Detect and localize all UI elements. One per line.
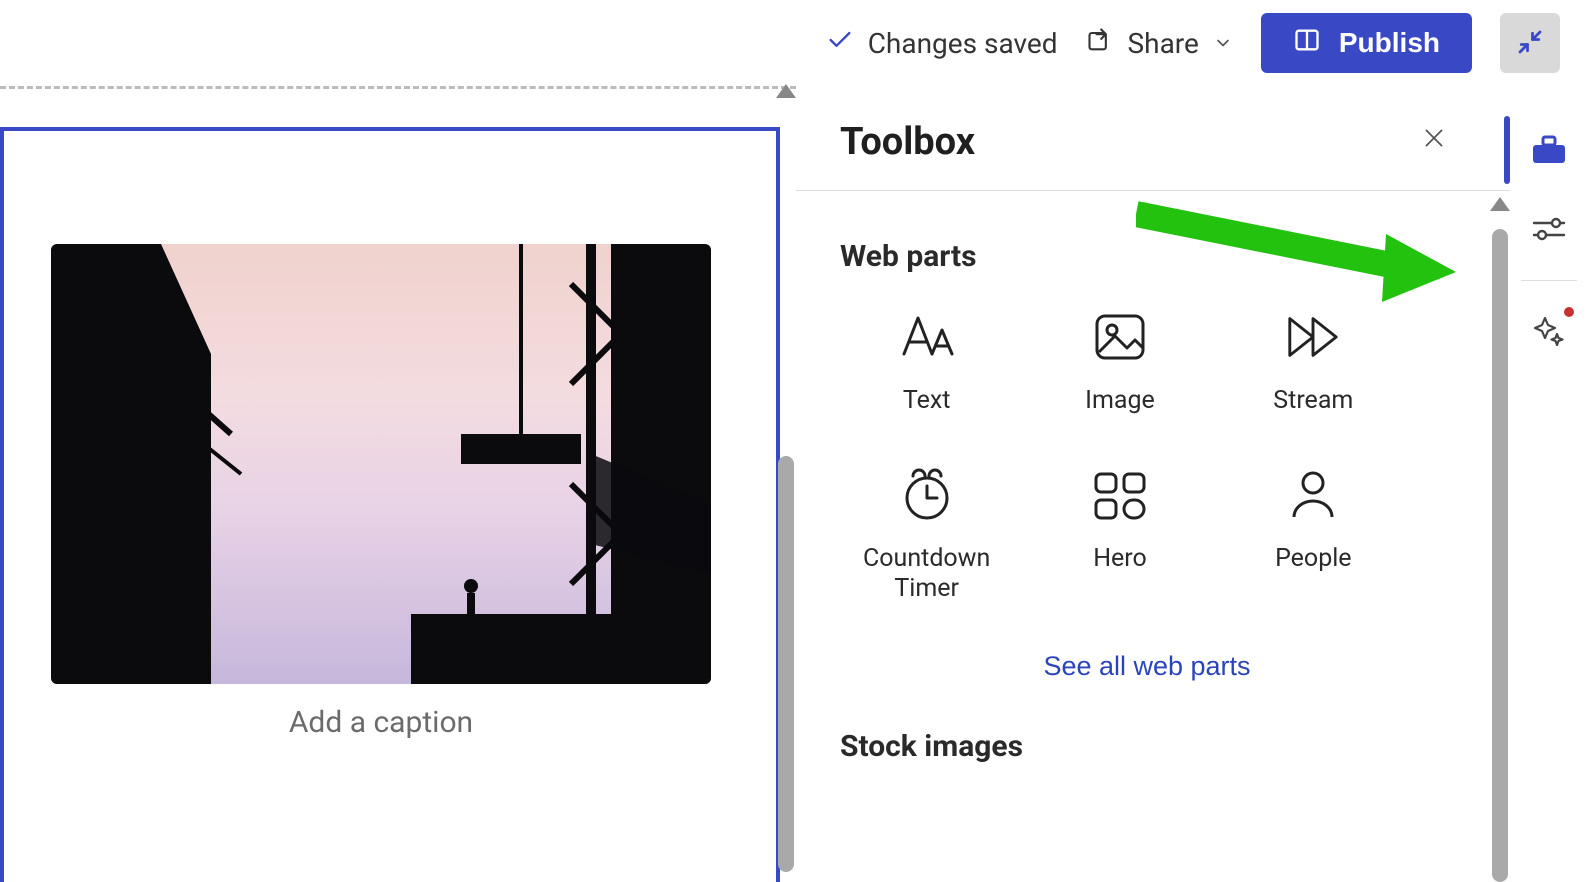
timer-icon xyxy=(898,466,956,524)
close-icon xyxy=(1421,125,1447,158)
chevron-down-icon xyxy=(1213,27,1233,60)
scroll-up-arrow-icon[interactable] xyxy=(776,84,796,98)
notification-dot-icon xyxy=(1564,307,1574,317)
toolbox-panel: Toolbox Web parts Text xyxy=(796,86,1510,882)
web-part-label: People xyxy=(1275,544,1352,574)
web-part-label: Stream xyxy=(1273,386,1353,416)
web-part-label: Text xyxy=(903,386,951,416)
web-part-people[interactable]: People xyxy=(1227,466,1400,604)
save-status-text: Changes saved xyxy=(868,27,1058,60)
side-rail xyxy=(1510,86,1588,882)
image-caption-input[interactable]: Add a caption xyxy=(51,705,711,740)
toolbox-title: Toolbox xyxy=(840,120,975,164)
people-icon xyxy=(1284,466,1342,524)
rail-divider xyxy=(1521,280,1577,281)
share-icon xyxy=(1086,26,1114,61)
stock-images-heading: Stock images xyxy=(840,729,1454,764)
web-parts-heading: Web parts xyxy=(840,239,1454,274)
web-parts-grid: Text Image xyxy=(840,308,1400,604)
image-icon xyxy=(1091,308,1149,366)
web-part-stream[interactable]: Stream xyxy=(1227,308,1400,416)
see-all-web-parts-link[interactable]: See all web parts xyxy=(840,650,1454,683)
web-part-label: Image xyxy=(1085,386,1155,416)
text-icon xyxy=(898,308,956,366)
publish-label: Publish xyxy=(1339,27,1440,59)
rail-ai-button[interactable] xyxy=(1510,291,1588,371)
canvas-scroll-thumb[interactable] xyxy=(778,456,794,872)
command-bar: Changes saved Share Publish xyxy=(0,0,1588,86)
web-part-hero[interactable]: Hero xyxy=(1033,466,1206,604)
layout-icon xyxy=(1293,26,1321,61)
image-web-part-selected[interactable]: Add a caption xyxy=(0,127,780,882)
share-button[interactable]: Share xyxy=(1086,26,1233,61)
web-part-label: Countdown Timer xyxy=(840,544,1013,604)
toolbox-close-button[interactable] xyxy=(1414,122,1454,162)
sparkle-icon xyxy=(1533,314,1565,349)
stream-icon xyxy=(1284,308,1342,366)
publish-button[interactable]: Publish xyxy=(1261,13,1472,73)
rail-settings-button[interactable] xyxy=(1510,190,1588,270)
save-status: Changes saved xyxy=(826,26,1058,61)
web-part-countdown-timer[interactable]: Countdown Timer xyxy=(840,466,1013,604)
rail-toolbox-button[interactable] xyxy=(1510,110,1588,190)
toolbox-body: Web parts Text xyxy=(796,191,1510,882)
main-content: Add a caption Toolbox Web parts xyxy=(0,86,1588,882)
web-part-text[interactable]: Text xyxy=(840,308,1013,416)
web-part-label: Hero xyxy=(1093,544,1147,574)
scroll-up-arrow-icon[interactable] xyxy=(1490,197,1510,211)
image-placeholder[interactable] xyxy=(51,244,711,684)
share-label: Share xyxy=(1128,27,1199,60)
checkmark-icon xyxy=(826,26,854,61)
canvas-scrollbar[interactable] xyxy=(776,84,796,877)
collapse-icon xyxy=(1515,27,1545,60)
toolbox-scrollbar[interactable] xyxy=(1490,191,1510,882)
toolbox-icon xyxy=(1531,133,1567,168)
settings-icon xyxy=(1532,214,1566,247)
collapse-button[interactable] xyxy=(1500,13,1560,73)
hero-icon xyxy=(1091,466,1149,524)
page-canvas: Add a caption xyxy=(0,86,796,882)
toolbox-scroll-thumb[interactable] xyxy=(1492,229,1508,882)
toolbox-header: Toolbox xyxy=(796,86,1510,191)
web-part-image[interactable]: Image xyxy=(1033,308,1206,416)
